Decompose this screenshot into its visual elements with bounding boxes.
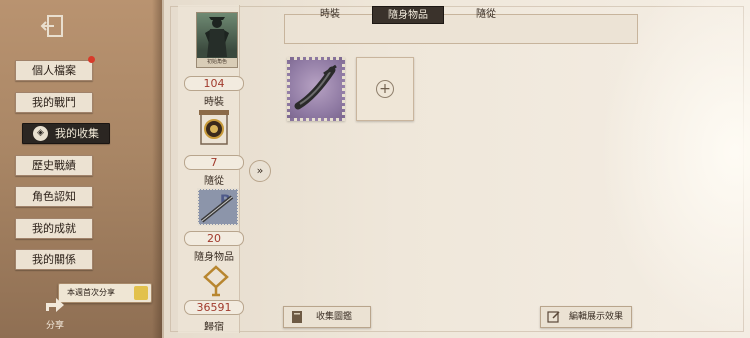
- nav-item-achievements[interactable]: 我的成就: [15, 218, 93, 239]
- sword-item-icon: [294, 64, 337, 110]
- add-item-slot[interactable]: +: [356, 57, 414, 121]
- tab-costume[interactable]: 時裝: [300, 6, 360, 24]
- share-tooltip: 本週首次分享: [58, 283, 152, 303]
- edit-display-button[interactable]: 編輯展示效果: [540, 306, 632, 328]
- tab-accessory[interactable]: 隨身物品: [372, 6, 444, 24]
- nav-item-profile[interactable]: 個人檔案: [15, 60, 93, 81]
- edit-icon: [547, 311, 560, 323]
- share-label: 分享: [46, 321, 65, 331]
- portrait-caption: 初始角色: [197, 58, 237, 67]
- nav-item-history[interactable]: 歷史戰績: [15, 155, 93, 176]
- nav-item-relations[interactable]: 我的關係: [15, 249, 93, 270]
- notification-dot: [88, 56, 95, 63]
- home-count: 36591: [184, 300, 244, 315]
- accessory-item-card[interactable]: [287, 57, 345, 121]
- accessory-count: 20: [184, 231, 244, 246]
- share-icon: [46, 298, 64, 312]
- costume-label: 時裝: [204, 97, 224, 108]
- follower-label: 隨從: [204, 176, 224, 187]
- plus-icon: +: [376, 80, 394, 98]
- character-portrait[interactable]: 初始角色: [196, 12, 238, 68]
- follower-icon[interactable]: [197, 108, 231, 148]
- accessory-label: 隨身物品: [194, 252, 234, 263]
- light-glow: [600, 0, 750, 338]
- nav-item-collection-label: 我的收集: [55, 127, 99, 140]
- home-icon[interactable]: [203, 265, 229, 299]
- shield-icon: ◈: [33, 126, 48, 141]
- collection-guide-label: 收集圖鑑: [316, 312, 353, 322]
- share-tip-text: 本週首次分享: [67, 288, 115, 297]
- exit-button[interactable]: [38, 12, 68, 40]
- nav-item-collection[interactable]: ◈ 我的收集: [22, 123, 110, 144]
- double-chevron-right-icon: »: [256, 164, 264, 177]
- accessory-icon[interactable]: P: [196, 187, 240, 227]
- character-figure-icon: [205, 17, 229, 57]
- edit-display-label: 編輯展示效果: [569, 312, 624, 322]
- collection-screen: 個人檔案 我的戰鬥 ◈ 我的收集 歷史戰績 角色認知 我的成就 我的關係 本週首…: [0, 0, 750, 338]
- book-icon: [292, 311, 302, 323]
- tab-follower[interactable]: 隨從: [456, 6, 516, 24]
- home-label: 歸宿: [204, 322, 224, 333]
- share-button[interactable]: [44, 295, 66, 313]
- follower-count: 7: [184, 155, 244, 170]
- costume-count: 104: [184, 76, 244, 91]
- collection-guide-button[interactable]: 收集圖鑑: [283, 306, 371, 328]
- nav-item-character[interactable]: 角色認知: [15, 186, 93, 207]
- expand-button[interactable]: »: [249, 160, 271, 182]
- nav-item-battles[interactable]: 我的戰鬥: [15, 92, 93, 113]
- exit-door-icon: [40, 15, 63, 37]
- puzzle-icon: [134, 286, 148, 300]
